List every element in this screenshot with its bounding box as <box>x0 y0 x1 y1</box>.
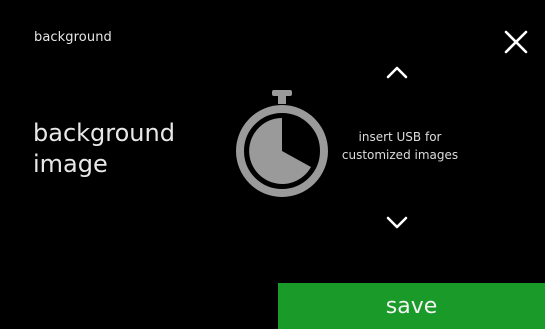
page-title: background image <box>33 118 175 180</box>
breadcrumb: background <box>34 30 112 45</box>
close-button[interactable] <box>500 26 532 58</box>
usb-message: insert USB for customized images <box>320 128 480 164</box>
page-title-line-1: background <box>33 119 175 147</box>
page-title-line-2: image <box>33 150 108 178</box>
scroll-down-button[interactable] <box>381 210 413 234</box>
usb-message-line-1: insert USB for <box>358 130 442 144</box>
scroll-up-button[interactable] <box>381 60 413 84</box>
save-button[interactable]: save <box>278 283 545 329</box>
close-icon <box>504 30 528 54</box>
background-settings-screen: background background image insert USB f… <box>0 0 545 329</box>
chevron-down-icon <box>386 216 408 229</box>
save-button-label: save <box>385 293 438 319</box>
chevron-up-icon <box>386 66 408 79</box>
usb-message-line-2: customized images <box>341 148 459 162</box>
